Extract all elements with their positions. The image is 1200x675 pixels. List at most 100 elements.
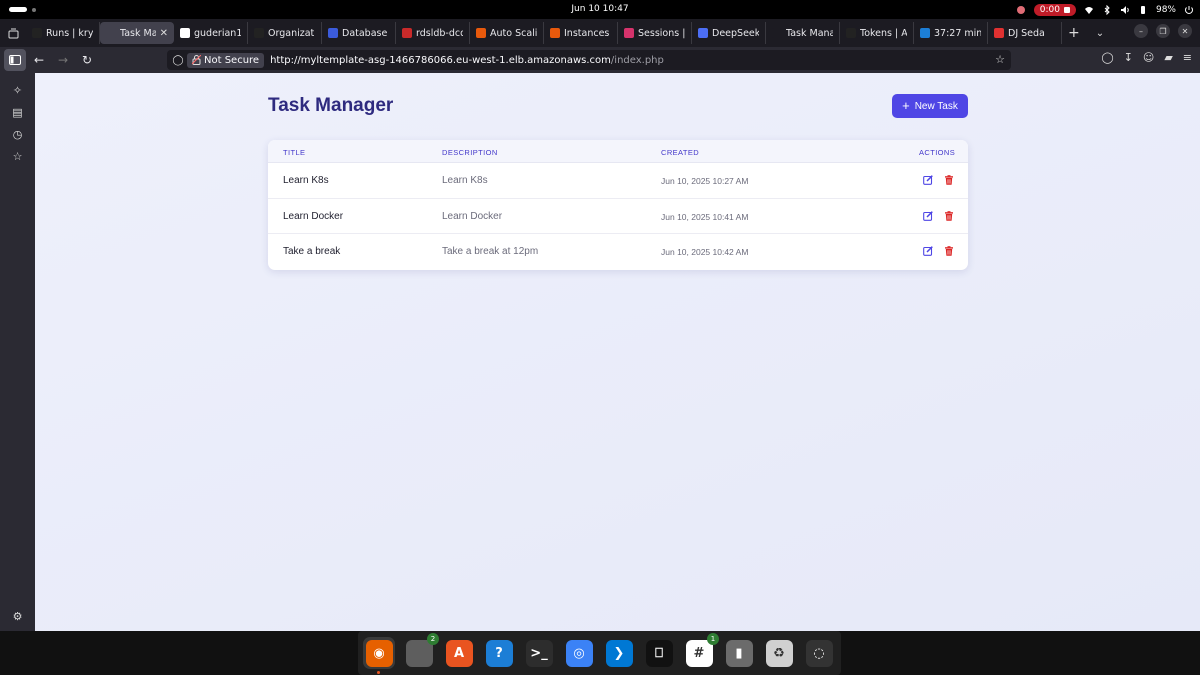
account-icon[interactable]: ☺ xyxy=(1143,51,1154,64)
dock-firefox-icon[interactable]: ◉ xyxy=(363,637,395,674)
tab-close-icon[interactable]: ✕ xyxy=(160,28,168,39)
restore-icon[interactable]: ❐ xyxy=(1156,24,1170,38)
tracking-protection-icon[interactable]: ◯ xyxy=(169,55,187,66)
tab-list: Runs | kryo Task Manage ✕ guderian12 Organiz… xyxy=(26,22,1062,44)
menu-icon[interactable]: ≡ xyxy=(1183,51,1192,64)
bookmark-star-icon[interactable]: ☆ xyxy=(995,53,1005,66)
task-description: Take a break at 12pm xyxy=(442,246,539,257)
chevron-down-icon[interactable]: ⌄ xyxy=(1096,28,1104,39)
task-title: Take a break xyxy=(283,246,341,257)
ai-chatbot-icon[interactable]: ✧ xyxy=(10,83,25,98)
tab-strip: Runs | kryo Task Manage ✕ guderian12 Organiz… xyxy=(0,19,1200,47)
task-created: Jun 10, 2025 10:41 AM xyxy=(661,211,749,222)
dock-authenticator-icon[interactable]: ⎕ xyxy=(643,637,675,669)
back-arrow-icon[interactable]: ← xyxy=(28,49,50,71)
dock-help-icon[interactable]: ? xyxy=(483,637,515,669)
table-header: TITLE DESCRIPTION CREATED ACTIONS xyxy=(268,140,968,163)
tab-overview-button[interactable] xyxy=(0,19,26,47)
new-tab-icon[interactable]: + xyxy=(1068,25,1080,41)
browser-tab[interactable]: Task Manager | xyxy=(766,22,840,44)
dock-trash-icon[interactable]: ♻ xyxy=(763,637,795,669)
minimize-icon[interactable]: – xyxy=(1134,24,1148,38)
screen-recording-indicator[interactable]: 0:00 xyxy=(1033,3,1076,16)
sidebar-settings-gear-icon[interactable]: ⚙ xyxy=(10,609,25,624)
column-header-created: CREATED xyxy=(661,148,700,157)
edit-icon[interactable] xyxy=(923,246,933,256)
insecure-lock-icon xyxy=(192,55,201,65)
tab-label: rdsldb-dcdi xyxy=(416,27,463,39)
browser-tab[interactable]: Tokens | Ac xyxy=(840,22,914,44)
dock-files-icon[interactable]: 2 xyxy=(403,633,439,669)
tab-label: 37:27 min • xyxy=(934,27,981,39)
edit-icon[interactable] xyxy=(923,210,933,221)
dock-chromium-icon[interactable]: ◎ xyxy=(563,637,595,669)
browser-tab[interactable]: DeepSeek - xyxy=(692,22,766,44)
close-icon[interactable]: ✕ xyxy=(1178,24,1192,38)
browser-tab[interactable]: Auto Scalin xyxy=(470,22,544,44)
dock-vscode-icon[interactable]: ❯ xyxy=(603,637,635,669)
delete-trash-icon[interactable] xyxy=(944,175,954,185)
tab-favicon-icon xyxy=(476,28,486,38)
task-description: Learn K8s xyxy=(442,175,488,186)
tab-favicon-icon xyxy=(920,28,930,38)
forward-arrow-icon[interactable]: → xyxy=(52,49,74,71)
tab-label: Auto Scalin xyxy=(490,27,537,39)
browser-tab[interactable]: DJ Seda xyxy=(988,22,1062,44)
help-icon: ? xyxy=(485,639,513,667)
bookmarks-star-icon[interactable]: ☆ xyxy=(10,149,25,164)
tab-label: Tokens | Ac xyxy=(860,27,907,39)
task-created: Jun 10, 2025 10:27 AM xyxy=(661,176,749,186)
recording-time: 0:00 xyxy=(1039,4,1060,15)
tab-favicon-icon xyxy=(106,28,116,38)
dock-ubuntu-icon[interactable]: ◌ xyxy=(803,637,835,669)
history-icon[interactable]: ◷ xyxy=(10,127,25,142)
terminal-icon: >_ xyxy=(525,639,553,667)
browser-tab[interactable]: Task Manage ✕ xyxy=(100,22,174,44)
new-task-button[interactable]: + New Task xyxy=(892,94,968,118)
dock-media-player-icon[interactable]: ▮ xyxy=(723,637,755,669)
sidebar-toggle-icon[interactable] xyxy=(4,49,26,71)
tab-favicon-icon xyxy=(328,28,338,38)
task-created: Jun 10, 2025 10:42 AM xyxy=(661,247,749,257)
pocket-icon[interactable]: ◯ xyxy=(1101,51,1113,64)
extensions-icon[interactable]: ▰ xyxy=(1164,51,1172,64)
column-header-description: DESCRIPTION xyxy=(442,148,498,157)
browser-tab[interactable]: Sessions | S xyxy=(618,22,692,44)
browser-tab[interactable]: Organizatic xyxy=(248,22,322,44)
plus-icon: + xyxy=(902,98,910,113)
battery-percent: 98% xyxy=(1155,4,1176,15)
browser-tab[interactable]: guderian12 xyxy=(174,22,248,44)
column-header-title: TITLE xyxy=(283,148,306,157)
address-bar[interactable]: ◯ Not Secure http://myltemplate-asg-1466… xyxy=(167,50,1011,70)
browser-tab[interactable]: Instances | l xyxy=(544,22,618,44)
network-monitor-icon xyxy=(1016,5,1025,14)
synced-tabs-icon[interactable]: ▤ xyxy=(10,105,25,120)
volume-icon xyxy=(1120,5,1129,14)
dock-terminal-icon[interactable]: >_ xyxy=(523,637,555,669)
dock-app-center-icon[interactable]: A xyxy=(443,637,475,669)
authenticator-icon: ⎕ xyxy=(645,639,673,667)
tab-favicon-icon xyxy=(994,28,1004,38)
dock-slack-icon[interactable]: #1 xyxy=(683,633,719,669)
notification-badge: 1 xyxy=(707,633,719,645)
tab-favicon-icon xyxy=(698,28,708,38)
navigation-toolbar: ← → ↻ ◯ Not Secure http://myltemplate-as… xyxy=(0,47,1200,73)
table-row: Learn K8s Learn K8s Jun 10, 2025 10:27 AM xyxy=(268,163,968,199)
tab-label: guderian12 xyxy=(194,27,241,39)
browser-tab[interactable]: Database D xyxy=(322,22,396,44)
delete-trash-icon[interactable] xyxy=(944,246,954,256)
browser-tab[interactable]: 37:27 min • xyxy=(914,22,988,44)
system-tray[interactable]: 0:00 98% xyxy=(1016,2,1194,17)
tasks-table: TITLE DESCRIPTION CREATED ACTIONS Learn … xyxy=(268,140,968,270)
browser-tab[interactable]: Runs | kryo xyxy=(26,22,100,44)
edit-icon[interactable] xyxy=(923,175,933,185)
tab-list-icon xyxy=(8,28,18,38)
downloads-icon[interactable]: ↧ xyxy=(1124,51,1133,64)
task-title: Learn Docker xyxy=(283,210,344,222)
tab-favicon-icon xyxy=(550,28,560,38)
security-indicator[interactable]: Not Secure xyxy=(187,52,265,68)
stop-recording-icon[interactable] xyxy=(1063,6,1070,13)
delete-trash-icon[interactable] xyxy=(944,210,954,221)
browser-tab[interactable]: rdsldb-dcdi xyxy=(396,22,470,44)
reload-icon[interactable]: ↻ xyxy=(76,49,98,71)
